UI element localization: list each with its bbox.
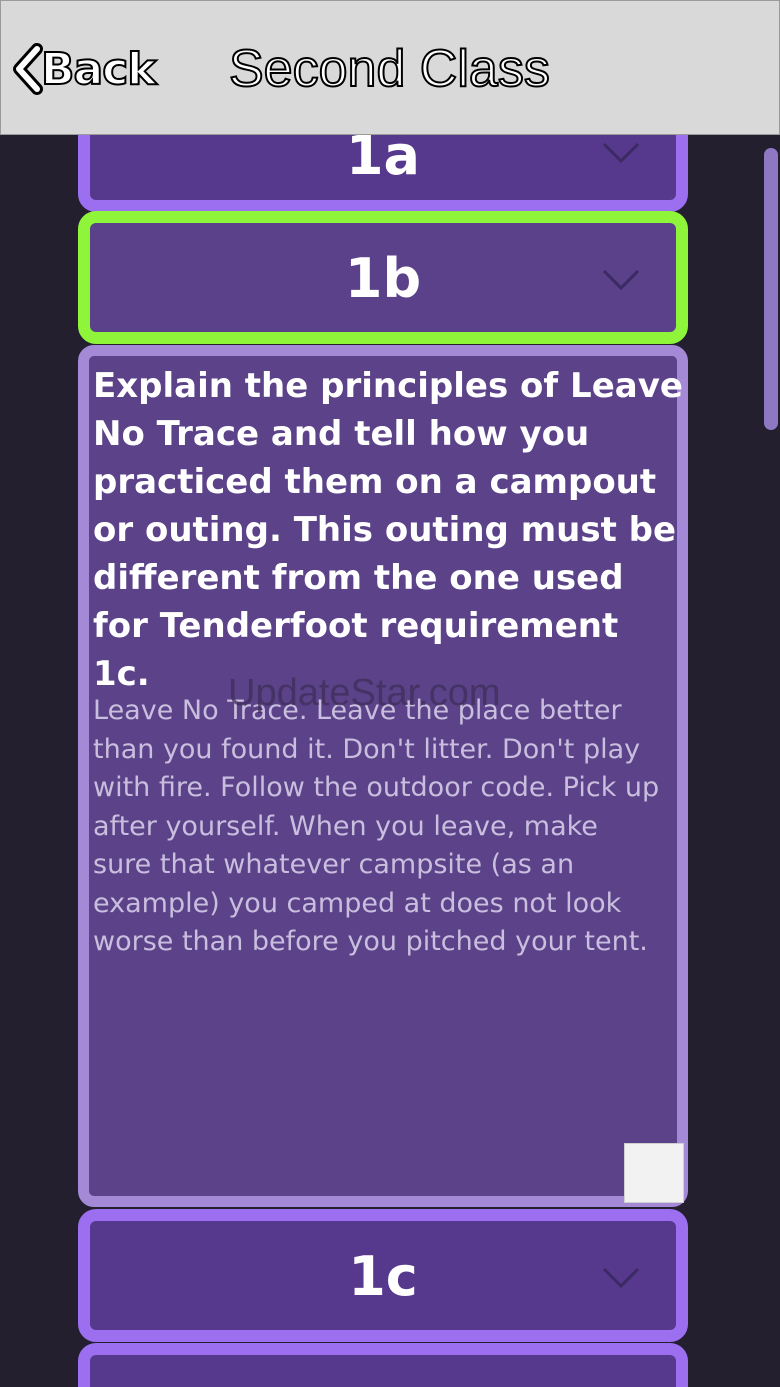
requirement-label-1b: 1b <box>344 247 422 310</box>
requirement-description: Explain the principles of Leave No Trace… <box>93 366 683 694</box>
nav-header: Back Second Class <box>0 0 780 135</box>
requirement-card-1c[interactable]: 1c <box>78 1209 688 1342</box>
chevron-down-icon <box>602 269 640 291</box>
app-screen: 1a 1b Explain the principles of Leave No… <box>0 0 780 1387</box>
page-title: Second Class <box>228 39 551 99</box>
scrollbar[interactable] <box>764 148 778 430</box>
watermark: UpdateStar.com <box>228 672 501 714</box>
requirement-label-1c: 1c <box>348 1245 418 1308</box>
chevron-down-icon <box>602 142 640 164</box>
back-button[interactable]: Back <box>11 39 158 99</box>
chevron-left-icon <box>13 43 43 95</box>
chevron-down-icon <box>602 1267 640 1289</box>
requirement-card-next[interactable] <box>78 1343 688 1387</box>
completion-checkbox[interactable] <box>624 1143 684 1203</box>
requirement-detail-panel: Explain the principles of Leave No Trace… <box>78 345 688 1207</box>
back-label: Back <box>40 43 158 96</box>
requirement-card-1b[interactable]: 1b <box>78 211 688 344</box>
requirement-notes[interactable]: Leave No Trace. Leave the place better t… <box>93 692 663 962</box>
